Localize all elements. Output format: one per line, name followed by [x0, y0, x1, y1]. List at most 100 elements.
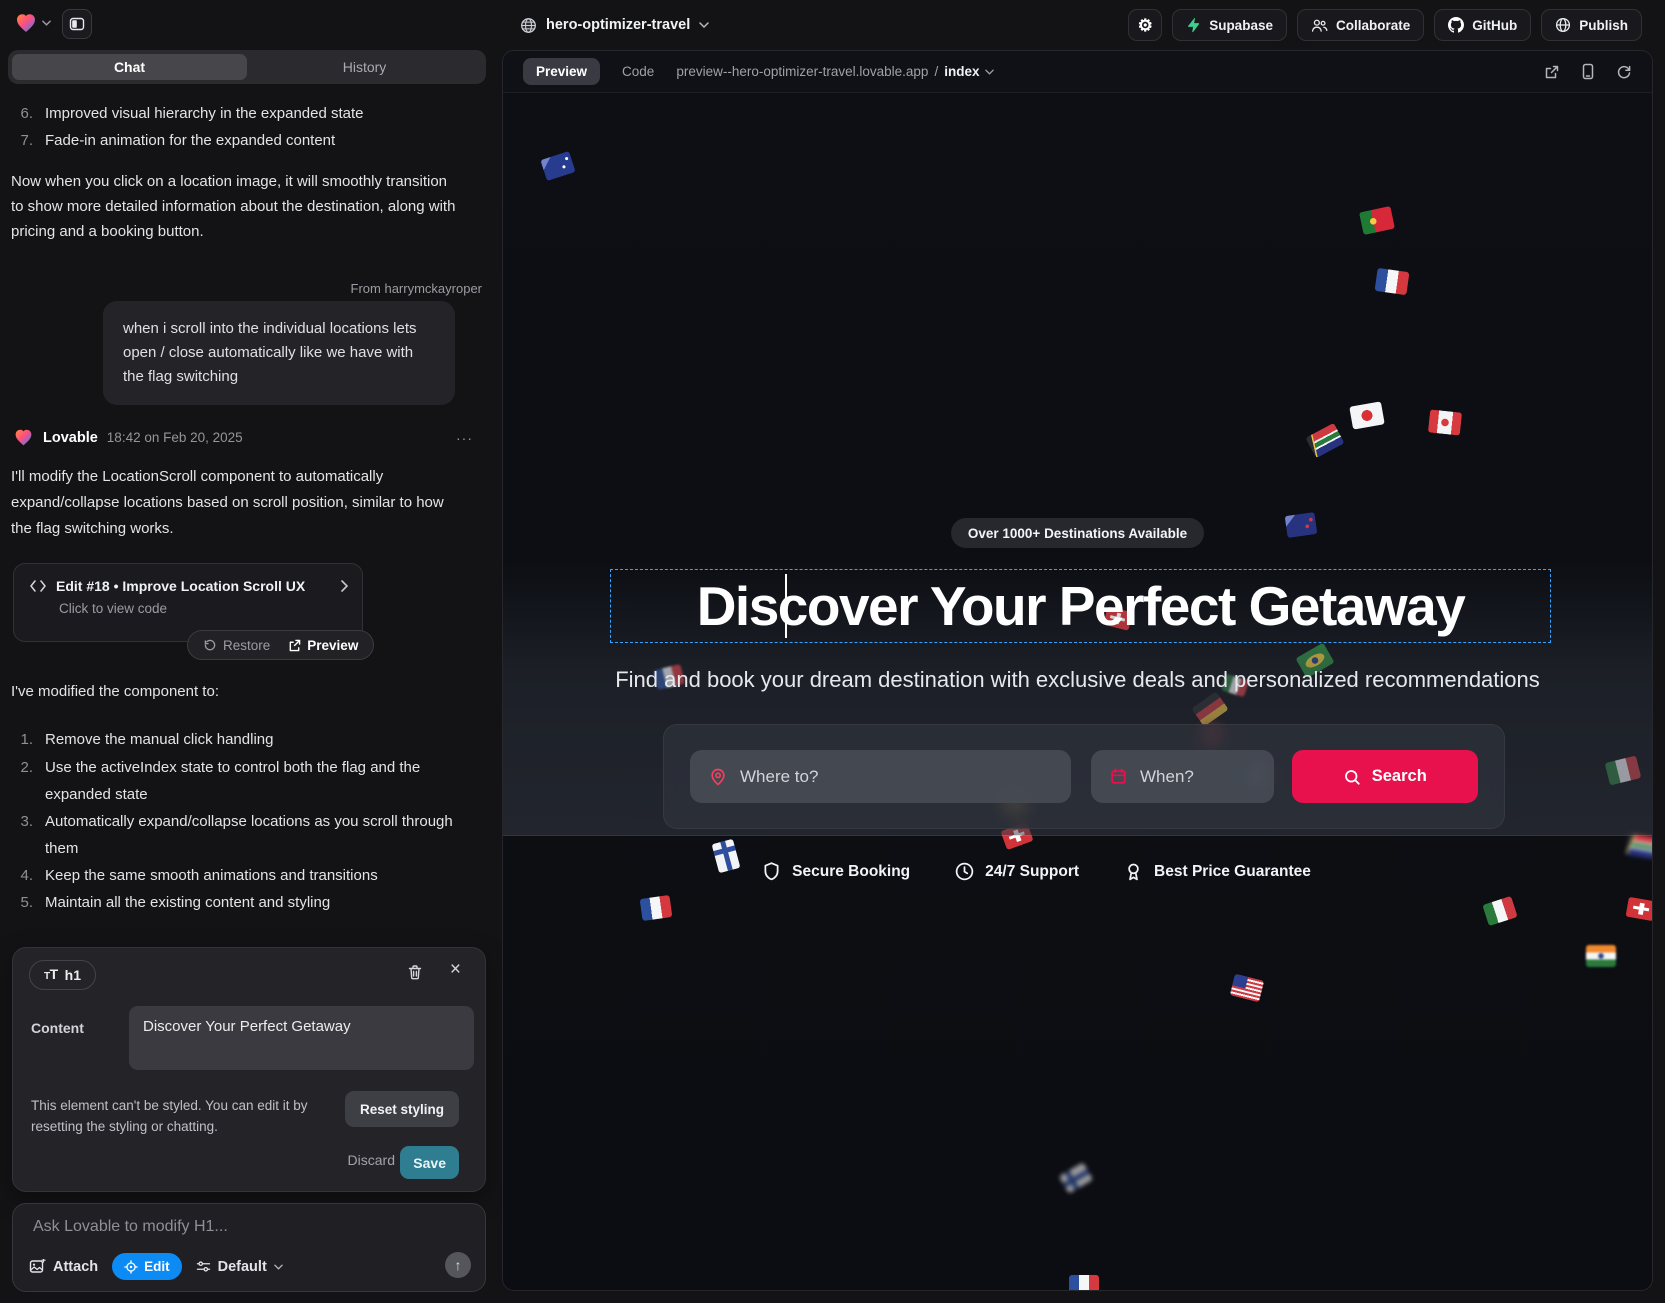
user-message: when i scroll into the individual locati… — [103, 301, 455, 405]
award-icon — [1123, 861, 1144, 882]
image-icon — [29, 1259, 46, 1274]
preview-viewport: Over 1000+ Destinations Available Discov… — [503, 93, 1652, 1291]
assistant-paragraph: Now when you click on a location image, … — [11, 169, 457, 244]
content-input[interactable]: Discover Your Perfect Getaway — [129, 1006, 474, 1070]
chat-composer: Attach Edit Default — [12, 1203, 486, 1292]
tab-code[interactable]: Code — [622, 64, 654, 79]
preview-url[interactable]: preview--hero-optimizer-travel.lovable.a… — [676, 64, 994, 79]
edit-mode-button[interactable]: Edit — [112, 1253, 182, 1280]
discard-button[interactable]: Discard — [348, 1152, 395, 1168]
mobile-preview-icon[interactable] — [1582, 63, 1594, 80]
destination-field[interactable] — [690, 750, 1071, 803]
flag-switzerland-icon — [1625, 897, 1652, 922]
supabase-icon — [1186, 17, 1201, 33]
url-page: index — [944, 64, 979, 79]
edit-card-subtitle: Click to view code — [14, 594, 362, 616]
flag-mexico-icon — [1482, 896, 1517, 926]
collaborate-people-icon — [1311, 18, 1328, 33]
send-button[interactable]: ↑ — [445, 1252, 471, 1278]
topbar-actions: ⚙ Supabase Collaborate — [1128, 9, 1642, 41]
assistant-name: Lovable — [43, 430, 98, 446]
flag-japan-icon — [1349, 401, 1385, 429]
flag-canada-icon — [1428, 409, 1462, 435]
message-timestamp: 18:42 on Feb 20, 2025 — [107, 430, 243, 445]
list-item: 2. Use the activeIndex state to control … — [11, 754, 457, 808]
project-switcher[interactable]: hero-optimizer-travel — [520, 11, 709, 39]
collaborate-button[interactable]: Collaborate — [1297, 9, 1424, 41]
tab-history[interactable]: History — [247, 54, 482, 80]
target-icon — [124, 1260, 138, 1274]
where-input[interactable] — [740, 767, 1053, 787]
restore-preview-toolbar: Restore Preview — [187, 630, 374, 660]
trash-icon[interactable] — [407, 964, 423, 981]
save-button[interactable]: Save — [400, 1146, 459, 1179]
composer-input[interactable] — [33, 1218, 463, 1236]
restore-icon — [203, 638, 217, 652]
external-link-icon — [288, 639, 301, 652]
flag-france-icon — [1069, 1275, 1099, 1291]
element-editor-panel: TT h1 × Content Discover Your Perfect Ge… — [12, 947, 486, 1192]
list-item: 7. Fade-in animation for the expanded co… — [11, 127, 471, 154]
heart-avatar-icon — [13, 427, 34, 448]
arrow-up-icon: ↑ — [455, 1257, 462, 1273]
h1-selection-outline: Discover Your Perfect Getaway — [610, 569, 1551, 643]
flag-south-africa-icon — [1305, 423, 1344, 458]
flag-australia-icon — [540, 151, 575, 181]
feature-best-price: Best Price Guarantee — [1123, 861, 1311, 882]
calendar-icon — [1109, 767, 1128, 786]
supabase-button[interactable]: Supabase — [1172, 9, 1287, 41]
search-card: Search — [663, 724, 1505, 829]
clock-icon — [954, 861, 975, 882]
assistant-paragraph: I've modified the component to: — [11, 679, 219, 704]
chevron-down-icon — [274, 1264, 283, 1270]
list-item: 1. Remove the manual click handling — [11, 726, 483, 753]
tab-chat[interactable]: Chat — [12, 54, 247, 80]
flag-usa-icon — [1230, 974, 1264, 1003]
element-tag-pill[interactable]: TT h1 — [29, 960, 96, 990]
list-item: 4. Keep the same smooth animations and t… — [11, 862, 483, 889]
when-input[interactable] — [1140, 767, 1256, 787]
chevron-down-icon — [985, 69, 994, 75]
preview-panel: Preview Code preview--hero-optimizer-tra… — [502, 50, 1653, 1291]
restore-button[interactable]: Restore — [194, 638, 279, 653]
close-icon[interactable]: × — [450, 960, 461, 979]
chevron-down-icon — [699, 22, 709, 28]
sidebar-tabs: Chat History — [8, 50, 486, 84]
flag-france-icon — [640, 895, 673, 921]
publish-button[interactable]: Publish — [1541, 9, 1642, 41]
reset-styling-button[interactable]: Reset styling — [345, 1091, 459, 1127]
refresh-icon[interactable] — [1616, 64, 1632, 80]
search-button[interactable]: Search — [1292, 750, 1478, 803]
flag-south-africa-icon — [1625, 833, 1652, 860]
editor-note: This element can't be styled. You can ed… — [31, 1095, 353, 1137]
chat-sidebar: Chat History 6. Improved visual hierarch… — [0, 0, 498, 1303]
list-item: 6. Improved visual hierarchy in the expa… — [11, 100, 471, 127]
attach-button[interactable]: Attach — [29, 1259, 98, 1275]
hero-subtitle: Find and book your dream destination wit… — [503, 667, 1652, 693]
project-name: hero-optimizer-travel — [546, 17, 690, 33]
shield-icon — [761, 861, 782, 882]
url-host: preview--hero-optimizer-travel.lovable.a… — [676, 64, 928, 79]
hero-title[interactable]: Discover Your Perfect Getaway — [697, 574, 1465, 638]
chat-mode-selector[interactable]: Default — [196, 1259, 283, 1275]
user-attribution: From harrymckayroper — [351, 281, 482, 296]
more-menu-icon[interactable]: ··· — [456, 430, 473, 446]
list-item: 3. Automatically expand/collapse locatio… — [11, 808, 483, 862]
open-new-tab-icon[interactable] — [1544, 64, 1560, 80]
github-button[interactable]: GitHub — [1434, 9, 1531, 41]
code-icon — [30, 580, 46, 592]
gear-icon: ⚙ — [1138, 17, 1153, 34]
flag-finland-icon — [1059, 1162, 1093, 1193]
assistant-header: Lovable 18:42 on Feb 20, 2025 ··· — [13, 427, 485, 448]
preview-version-button[interactable]: Preview — [279, 638, 367, 653]
feature-support: 24/7 Support — [954, 861, 1079, 882]
date-field[interactable] — [1091, 750, 1274, 803]
github-icon — [1448, 17, 1464, 33]
lovable-app: hero-optimizer-travel ⚙ Supabase — [0, 0, 1665, 1303]
tab-preview[interactable]: Preview — [523, 58, 600, 85]
flag-portugal-icon — [1359, 206, 1395, 235]
settings-button[interactable]: ⚙ — [1128, 9, 1162, 41]
assistant-paragraph: I'll modify the LocationScroll component… — [11, 464, 463, 542]
location-pin-icon — [708, 767, 728, 787]
type-icon: TT — [44, 966, 58, 984]
